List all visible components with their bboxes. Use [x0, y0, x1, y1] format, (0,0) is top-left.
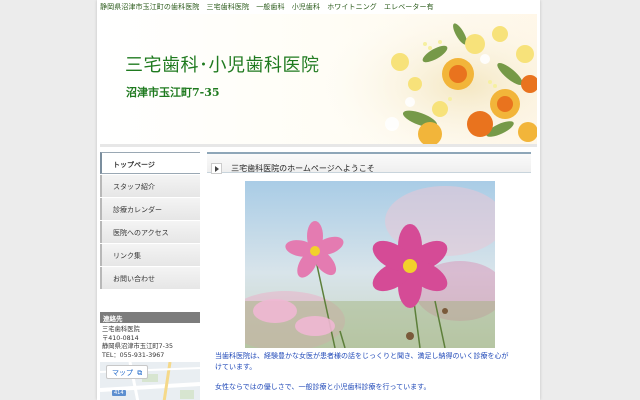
map-open-button[interactable]: マップ ⧉	[106, 365, 149, 380]
map-road-label: 414	[112, 390, 126, 397]
sidebar-item-contact[interactable]: お問い合わせ	[100, 267, 200, 289]
sidebar-item-access[interactable]: 医院へのアクセス	[100, 221, 200, 243]
sidebar-item-calendar[interactable]: 診療カレンダー	[100, 198, 200, 220]
contact-address: 静岡県沼津市玉江町7-35	[102, 343, 173, 351]
header-divider	[100, 144, 537, 147]
intro-paragraph-2: 女性ならではの優しさで、一般診療と小児歯科診療を行っています。	[215, 383, 431, 391]
sidebar-item-links[interactable]: リンク集	[100, 244, 200, 266]
map-embed[interactable]: マップ ⧉ 414	[100, 362, 200, 400]
map-button-label: マップ	[112, 369, 133, 378]
intro-paragraph-1: 当歯科医院は、経験豊かな女医が患者様の話をじっくりと聞き、満足し納得のいく診療を…	[215, 352, 509, 371]
sidebar-item-top[interactable]: トップページ	[100, 152, 200, 174]
sidebar: トップページ スタッフ紹介 診療カレンダー 医院へのアクセス リンク集 お問い合…	[100, 152, 200, 400]
contact-tel[interactable]: TEL：055-931-3967	[102, 352, 200, 361]
header-flower-image	[300, 14, 537, 144]
arrow-right-icon	[211, 163, 222, 174]
page-title: 三宅歯科医院のホームページへようこそ	[231, 164, 375, 173]
clinic-address: 沼津市玉江町7-35	[126, 86, 220, 99]
sidebar-item-staff[interactable]: スタッフ紹介	[100, 175, 200, 197]
main-content: 三宅歯科医院のホームページへようこそ 当歯科医院は、経験豊かな女医が患者様の話を…	[207, 152, 531, 391]
clinic-name[interactable]: 三宅歯科･小児歯科医院	[125, 51, 320, 77]
top-keyword-bar: 静岡県沼津市玉江町の歯科医院 三宅歯科医院 一般歯科 小児歯科 ホワイトニング …	[100, 3, 434, 11]
page-container: 静岡県沼津市玉江町の歯科医院 三宅歯科医院 一般歯科 小児歯科 ホワイトニング …	[97, 0, 540, 400]
contact-name: 三宅歯科医院	[102, 326, 140, 333]
site-header: 三宅歯科･小児歯科医院 沼津市玉江町7-35	[100, 14, 537, 144]
contact-info: 三宅歯科医院 〒410-0814 静岡県沼津市玉江町7-35 TEL：055-9…	[100, 323, 200, 360]
main-heading-bar: 三宅歯科医院のホームページへようこそ	[207, 152, 531, 174]
intro-text: 当歯科医院は、経験豊かな女医が患者様の話をじっくりと聞き、満足し納得のいく診療を…	[215, 351, 515, 393]
external-link-icon: ⧉	[137, 369, 143, 378]
contact-heading: 連絡先	[100, 312, 200, 323]
contact-postal: 〒410-0814	[102, 334, 139, 342]
cosmos-flower-photo	[245, 181, 495, 348]
